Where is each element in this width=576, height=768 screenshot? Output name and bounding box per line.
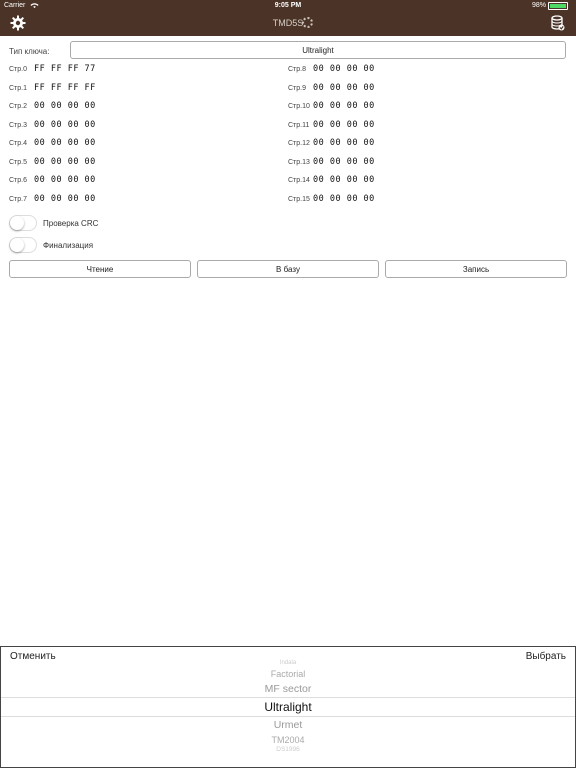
toggle-knob — [10, 238, 24, 252]
page-label: Стр.8 — [288, 66, 306, 73]
page-label: Стр.6 — [9, 177, 27, 184]
page-label: Стр.7 — [9, 196, 27, 203]
key-type-label: Тип ключа: — [9, 47, 50, 56]
page-label: Стр.5 — [9, 159, 27, 166]
page-label: Стр.1 — [9, 85, 27, 92]
read-button[interactable]: Чтение — [9, 260, 191, 278]
loading-spinner-icon — [302, 17, 313, 28]
to-database-button[interactable]: В базу — [197, 260, 379, 278]
picker-option[interactable]: DS1996 — [1, 746, 575, 753]
write-button[interactable]: Запись — [385, 260, 567, 278]
toggle-knob — [10, 216, 24, 230]
page-value[interactable]: 00 00 00 00 — [34, 120, 96, 130]
battery-icon — [548, 2, 568, 10]
picker-option[interactable]: Indala — [1, 660, 575, 666]
picker-option[interactable]: MF sector — [1, 683, 575, 695]
page-value[interactable]: 00 00 00 00 — [313, 101, 375, 111]
page-value[interactable]: 00 00 00 00 — [313, 138, 375, 148]
page-value[interactable]: 00 00 00 00 — [313, 83, 375, 93]
page-label: Стр.14 — [288, 177, 310, 184]
nav-bar: TMD5S — [0, 12, 576, 36]
page-label: Стр.9 — [288, 85, 306, 92]
page-value[interactable]: 00 00 00 00 — [34, 175, 96, 185]
status-bar: Carrier 9:05 PM 98% — [0, 0, 576, 12]
page-label: Стр.3 — [9, 122, 27, 129]
page-value[interactable]: 00 00 00 00 — [34, 138, 96, 148]
key-type-select[interactable]: Ultralight — [70, 41, 566, 59]
page-label: Стр.2 — [9, 103, 27, 110]
page-label: Стр.4 — [9, 140, 27, 147]
page-value[interactable]: FF FF FF 77 — [34, 64, 96, 74]
clock: 9:05 PM — [274, 2, 302, 9]
page-value[interactable]: 00 00 00 00 — [34, 157, 96, 167]
nav-title: TMD5S — [272, 18, 304, 28]
crc-check-toggle[interactable] — [9, 215, 37, 231]
page-value[interactable]: 00 00 00 00 — [34, 194, 96, 204]
battery-percent: 98% — [531, 2, 546, 9]
page-value[interactable]: 00 00 00 00 — [313, 64, 375, 74]
page-value[interactable]: 00 00 00 00 — [34, 101, 96, 111]
finalization-label: Финализация — [43, 241, 94, 250]
picker-selection-bottom-line — [1, 716, 575, 717]
page-value[interactable]: FF FF FF FF — [34, 83, 96, 93]
top-bar: Carrier 9:05 PM 98% TMD5S — [0, 0, 576, 36]
page-label: Стр.15 — [288, 196, 310, 203]
page-label: Стр.0 — [9, 66, 27, 73]
page-label: Стр.13 — [288, 159, 310, 166]
picker-option-selected[interactable]: Ultralight — [1, 700, 575, 714]
picker-option[interactable]: Urmet — [1, 719, 575, 731]
finalization-toggle[interactable] — [9, 237, 37, 253]
picker-option[interactable]: Factorial — [1, 669, 575, 679]
page-value[interactable]: 00 00 00 00 — [313, 194, 375, 204]
page-label: Стр.11 — [288, 122, 310, 129]
page-value[interactable]: 00 00 00 00 — [313, 120, 375, 130]
database-icon[interactable] — [551, 15, 565, 31]
key-type-picker: Отменить Выбрать Indala Factorial MF sec… — [0, 646, 576, 768]
page-value[interactable]: 00 00 00 00 — [313, 175, 375, 185]
crc-check-label: Проверка CRC — [43, 219, 99, 228]
page-label: Стр.12 — [288, 140, 310, 147]
picker-option[interactable]: TM2004 — [1, 735, 575, 745]
picker-selection-top-line — [1, 697, 575, 698]
page-value[interactable]: 00 00 00 00 — [313, 157, 375, 167]
page-label: Стр.10 — [288, 103, 310, 110]
